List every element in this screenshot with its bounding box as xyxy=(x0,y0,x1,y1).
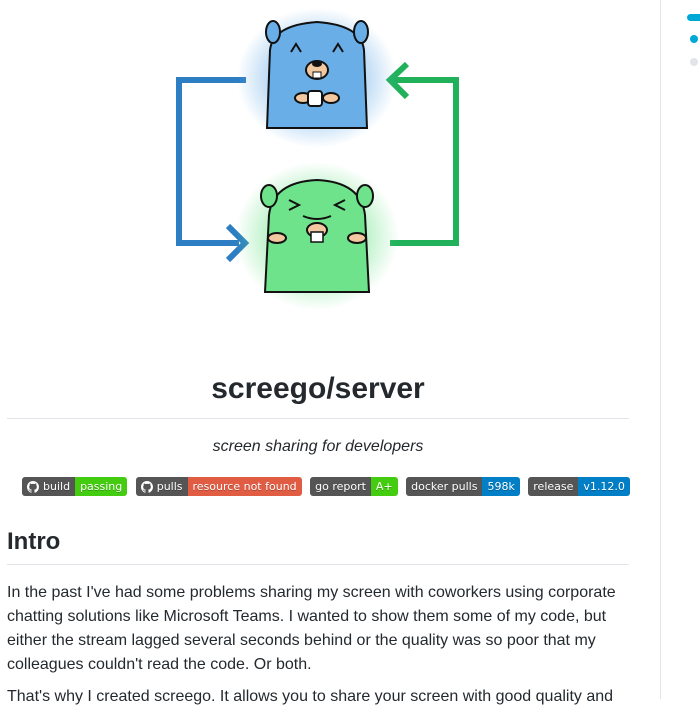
build-badge[interactable]: build passing xyxy=(22,477,128,496)
intro-paragraph-2: That's why I created screego. It allows … xyxy=(7,688,614,705)
logo-svg xyxy=(176,8,459,310)
badge-value: A+ xyxy=(370,477,398,496)
toc-dot-active[interactable] xyxy=(690,35,698,43)
toc-dot-inactive[interactable] xyxy=(690,58,698,66)
pulls-badge[interactable]: pulls resource not found xyxy=(135,477,302,496)
title-divider xyxy=(7,418,629,419)
release-badge[interactable]: release v1.12.0 xyxy=(528,477,630,496)
intro-heading: Intro xyxy=(7,528,61,555)
toc-active-bar[interactable] xyxy=(687,14,700,21)
badge-label: pulls xyxy=(156,480,183,493)
badge-value: resource not found xyxy=(187,477,302,496)
page-title: screego/server xyxy=(211,372,425,405)
github-icon xyxy=(27,480,39,493)
badge-value: v1.12.0 xyxy=(578,477,630,496)
tagline: screen sharing for developers xyxy=(212,438,424,455)
badge-row: build passing pulls resource not found g… xyxy=(22,477,634,499)
gopher-green-icon xyxy=(235,162,399,310)
intro-divider xyxy=(7,564,629,565)
badge-label: docker pulls xyxy=(406,477,483,496)
toc-sidebar xyxy=(660,0,700,699)
intro-paragraph: In the past I've had some problems shari… xyxy=(7,584,616,673)
github-icon xyxy=(140,480,153,493)
badge-value: 598k xyxy=(482,477,520,496)
badge-label: release xyxy=(528,477,579,496)
docker-pulls-badge[interactable]: docker pulls 598k xyxy=(406,477,520,496)
badge-value: passing xyxy=(75,477,128,496)
arrow-right-icon xyxy=(385,61,459,246)
gopher-blue-icon xyxy=(237,8,397,148)
goreport-badge[interactable]: go report A+ xyxy=(310,477,398,496)
screego-logo xyxy=(7,0,629,345)
badge-label: build xyxy=(43,480,71,493)
badge-label: go report xyxy=(310,477,371,496)
